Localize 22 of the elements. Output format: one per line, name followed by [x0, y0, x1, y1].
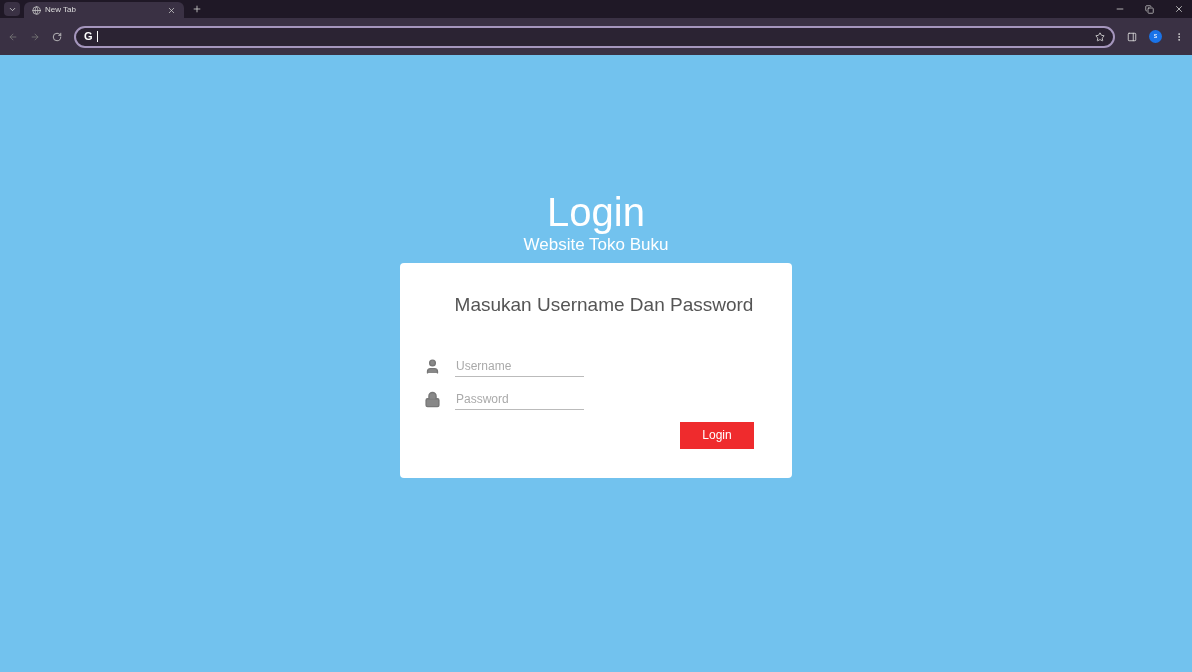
login-button[interactable]: Login	[680, 421, 754, 449]
bookmark-star-icon[interactable]	[1095, 31, 1105, 42]
text-cursor	[96, 31, 98, 42]
form-heading: Masukan Username Dan Password	[453, 293, 755, 317]
reload-icon[interactable]	[52, 31, 62, 42]
browser-tab[interactable]: New Tab	[24, 2, 184, 18]
page-title: Login	[547, 189, 645, 235]
input-field[interactable]: Password	[455, 388, 584, 410]
search-engine-logo: G	[84, 29, 93, 45]
user-icon	[424, 357, 441, 375]
page-subtitle: Website Toko Buku	[523, 235, 669, 255]
address-bar[interactable]: G	[74, 25, 1115, 48]
close-window-icon[interactable]	[1174, 4, 1184, 14]
input-field[interactable]: Username	[455, 355, 584, 377]
side-panel-icon[interactable]	[1127, 31, 1137, 42]
close-icon	[167, 5, 176, 15]
restore-icon[interactable]	[1145, 5, 1154, 14]
tab-search-button[interactable]	[4, 2, 20, 16]
lock-icon	[424, 390, 441, 408]
globe-icon	[32, 5, 41, 15]
tab-title: New Tab	[45, 4, 77, 16]
new-tab-icon[interactable]	[192, 4, 202, 14]
